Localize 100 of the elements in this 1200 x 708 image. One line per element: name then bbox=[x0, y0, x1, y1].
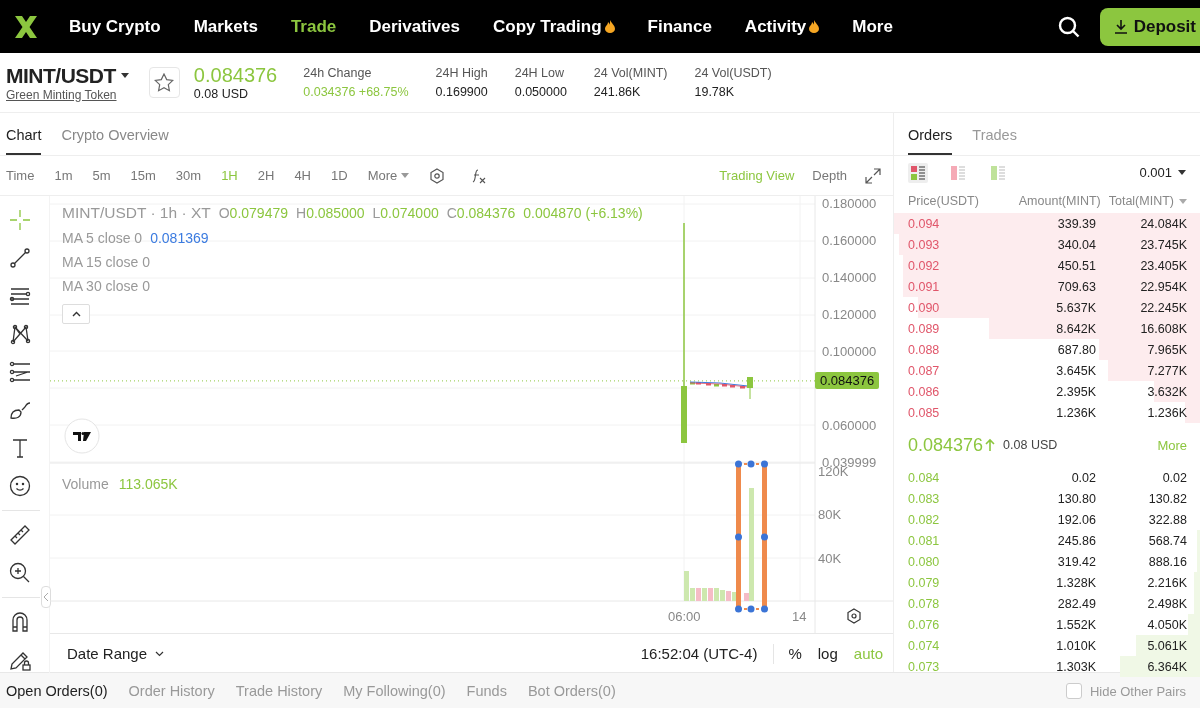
price-cell-text: 0.086 bbox=[908, 384, 941, 399]
more-dropdown[interactable]: More bbox=[367, 168, 410, 183]
order-row[interactable]: 0.088 687.80 7.965K bbox=[894, 339, 1200, 360]
order-row[interactable]: 0.082 192.06 322.88 bbox=[894, 509, 1200, 530]
collapse-button[interactable] bbox=[62, 304, 90, 324]
volume-axis-label: 80K bbox=[818, 507, 842, 523]
deposit-button[interactable]: Deposit bbox=[1099, 7, 1200, 46]
price-cell-text: 0.087 bbox=[908, 363, 941, 378]
nav-item[interactable]: Finance bbox=[647, 16, 712, 37]
indicator-value: 0.081369 bbox=[150, 230, 209, 246]
price-cell-text: 0.083 bbox=[908, 491, 941, 506]
total-cell-text: 2.498K bbox=[1146, 596, 1187, 611]
chart-tab[interactable]: Crypto Overview bbox=[61, 127, 169, 155]
order-row[interactable]: 0.094 339.39 24.084K bbox=[894, 213, 1200, 234]
collapse-handle[interactable] bbox=[41, 586, 51, 608]
nav-item[interactable]: Buy Crypto bbox=[69, 16, 161, 37]
order-row[interactable]: 0.083 130.80 130.82 bbox=[894, 488, 1200, 509]
interval-button[interactable]: Time bbox=[6, 168, 35, 183]
nav-item[interactable]: Markets bbox=[193, 16, 258, 37]
nav-item[interactable]: Trade bbox=[290, 16, 337, 37]
checkbox[interactable] bbox=[1065, 683, 1082, 699]
ohlc-value: L0.074000 bbox=[372, 205, 439, 221]
interval-button[interactable]: 1m bbox=[54, 168, 73, 183]
interval-button[interactable]: 15m bbox=[130, 168, 156, 183]
favorite-button[interactable] bbox=[148, 67, 180, 98]
interval-button[interactable]: 30m bbox=[175, 168, 202, 183]
amount-cell-text: 0.02 bbox=[1070, 470, 1096, 485]
caret-icon bbox=[1178, 170, 1186, 175]
price-cell-text: 0.073 bbox=[908, 659, 941, 674]
nav-item[interactable]: More bbox=[852, 16, 893, 37]
order-row[interactable]: 0.076 1.552K 4.050K bbox=[894, 614, 1200, 635]
logo-icon[interactable] bbox=[64, 418, 100, 454]
nav-item[interactable]: Derivatives bbox=[369, 16, 460, 37]
function-icon[interactable] bbox=[471, 167, 488, 184]
order-row[interactable]: 0.092 450.51 23.405K bbox=[894, 255, 1200, 276]
price-axis-label: 0.180000 bbox=[822, 196, 877, 211]
expand-icon[interactable] bbox=[865, 167, 881, 184]
order-row[interactable]: 0.090 5.637K 22.245K bbox=[894, 297, 1200, 318]
change-value: 0.004870 (+6.13%) bbox=[523, 205, 643, 221]
order-row[interactable]: 0.078 282.49 2.498K bbox=[894, 593, 1200, 614]
settings-icon[interactable] bbox=[846, 608, 862, 624]
pair-name[interactable]: MINT/USDT bbox=[6, 63, 116, 88]
price-cell-text: 0.090 bbox=[908, 300, 941, 315]
total-cell-text: 22.954K bbox=[1139, 279, 1187, 294]
column-header: Total(MINT) bbox=[1108, 194, 1174, 208]
chart-tab[interactable]: Chart bbox=[6, 127, 42, 155]
interval-button[interactable]: 1D bbox=[331, 168, 348, 183]
price-cell-text: 0.081 bbox=[908, 533, 941, 548]
ruler-icon[interactable] bbox=[8, 523, 32, 547]
order-row[interactable]: 0.084 0.02 0.02 bbox=[894, 467, 1200, 488]
stat-label: 24H High bbox=[435, 66, 488, 80]
order-row[interactable]: 0.081 245.86 568.74 bbox=[894, 530, 1200, 551]
token-name-link[interactable]: Green Minting Token bbox=[6, 87, 129, 102]
nav-item[interactable]: Copy Trading bbox=[493, 16, 615, 37]
chart-title: MINT/USDT · 1h · XT bbox=[62, 204, 211, 222]
search-icon[interactable] bbox=[1057, 15, 1080, 38]
price-cell-text: 0.080 bbox=[908, 554, 941, 569]
ohlc-value: O0.079479 bbox=[218, 205, 288, 221]
settings-icon[interactable] bbox=[429, 167, 446, 184]
log-toggle[interactable]: log bbox=[817, 645, 838, 662]
stat-label: 24H Low bbox=[514, 66, 566, 80]
order-row[interactable]: 0.080 319.42 888.16 bbox=[894, 551, 1200, 572]
order-row[interactable]: 0.073 1.303K 6.364K bbox=[894, 656, 1200, 677]
star-icon bbox=[154, 73, 175, 92]
order-row[interactable]: 0.091 709.63 22.954K bbox=[894, 276, 1200, 297]
sell-orders-icon bbox=[951, 165, 965, 180]
nav-item[interactable]: Activity bbox=[744, 16, 820, 37]
interval-button[interactable]: 2H bbox=[257, 168, 275, 183]
fibonacci-icon[interactable] bbox=[8, 360, 32, 384]
price-cell-text: 0.078 bbox=[908, 596, 941, 611]
order-row[interactable]: 0.093 340.04 23.745K bbox=[894, 234, 1200, 255]
pattern-icon[interactable] bbox=[8, 322, 32, 346]
amount-cell-text: 450.51 bbox=[1056, 258, 1096, 273]
total-cell-text: 7.277K bbox=[1146, 363, 1187, 378]
order-row[interactable]: 0.074 1.010K 5.061K bbox=[894, 635, 1200, 656]
order-row[interactable]: 0.087 3.645K 7.277K bbox=[894, 360, 1200, 381]
view-tab[interactable]: Depth bbox=[812, 168, 847, 183]
total-cell-text: 130.82 bbox=[1147, 491, 1187, 506]
price-cell-text: 0.089 bbox=[908, 321, 941, 336]
smiley-icon[interactable] bbox=[8, 474, 32, 498]
flame-icon bbox=[809, 20, 820, 33]
buy-orders-icon bbox=[991, 165, 1005, 180]
order-tab[interactable]: Open Orders(0) bbox=[6, 683, 108, 699]
book-view-button[interactable] bbox=[908, 162, 928, 183]
amount-cell-text: 5.637K bbox=[1055, 300, 1096, 315]
date-range-dropdown[interactable]: Date Range bbox=[67, 645, 165, 662]
precision-dropdown[interactable]: 0.001 bbox=[1139, 165, 1186, 180]
order-row[interactable]: 0.086 2.395K 3.632K bbox=[894, 381, 1200, 402]
interval-button[interactable]: 5m bbox=[92, 168, 111, 183]
price-cell-text: 0.084 bbox=[908, 470, 941, 485]
order-row[interactable]: 0.085 1.236K 1.236K bbox=[894, 402, 1200, 423]
book-tab[interactable]: Orders bbox=[908, 127, 953, 155]
zoom-in-icon[interactable] bbox=[8, 561, 32, 585]
order-row[interactable]: 0.079 1.328K 2.216K bbox=[894, 572, 1200, 593]
interval-button[interactable]: 4H bbox=[294, 168, 311, 183]
amount-cell-text: 192.06 bbox=[1056, 512, 1096, 527]
order-row[interactable]: 0.089 8.642K 16.608K bbox=[894, 318, 1200, 339]
trend-line-icon[interactable] bbox=[8, 246, 32, 270]
percent-toggle[interactable]: % bbox=[788, 645, 802, 662]
total-cell-text: 322.88 bbox=[1147, 512, 1187, 527]
